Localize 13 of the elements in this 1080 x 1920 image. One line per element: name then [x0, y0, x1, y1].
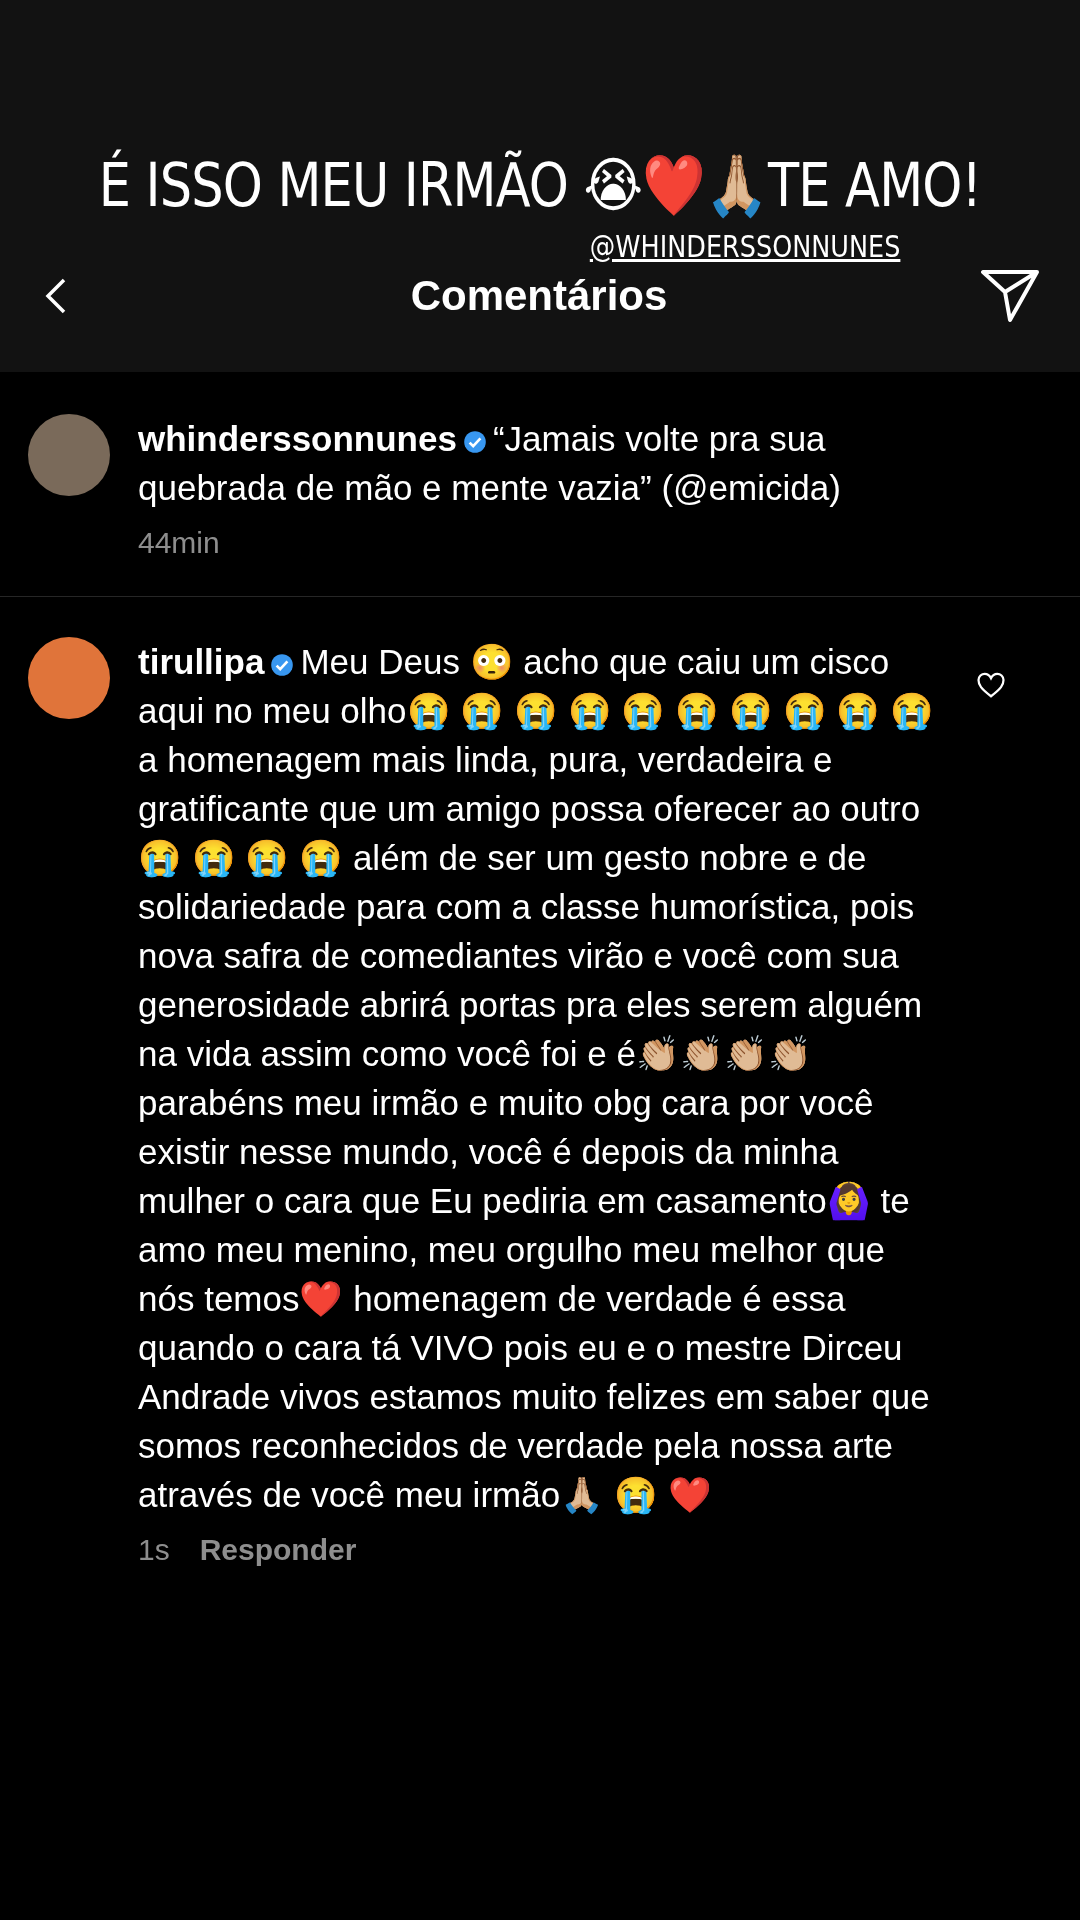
send-icon[interactable]	[980, 268, 1040, 324]
mention-sticker[interactable]: @WHINDERSSONNUNES	[589, 229, 900, 264]
comment-text: tirullipa Meu Deus 😳 acho que caiu um cisco aqui no meu olho😭 😭 😭 😭 😭 😭 😭 😭 😭 😭 a homenagem mais linda, pura, verdadeira e gratificante que um amigo possa oferecer ao outro😭 😭 😭 😭 além de ser um gesto nobre e de solidariedade para com a classe humorística, pois nova safra de comediantes virão e você com sua generosidade abrirá portas pra eles serem alguém na vida assim como você foi e é👏🏼👏🏼👏🏼👏🏼parabéns meu irmão e muito obg cara por você existir nesse mundo, você é depois da minha mulher o cara que Eu pediria em casamento🙆‍♀ te amo meu menino, meu orgulho meu melhor que nós temos❤ homenagem de verdade é essa quando o cara tá VIVO pois eu e o mestre Dirceu Andrade vivos estamos muito felizes em saber que somos reconhecidos de verdade pela nossa arte através de você meu irmão🙏🏼 😭 ❤	[138, 641, 936, 1517]
username-link[interactable]: tirullipa	[138, 642, 265, 681]
comment-time: 1s	[138, 1533, 170, 1567]
username-link[interactable]: whinderssonnunes	[138, 419, 457, 458]
story-caption: É ISSO MEU IRMÃO 😭❤🙏🏼TE AMO!	[97, 150, 983, 221]
like-heart-icon[interactable]	[976, 671, 1006, 699]
comment-time: 44min	[138, 526, 220, 560]
header-title: Comentários	[410, 272, 668, 320]
comment-text: whinderssonnunes “Jamais volte pra sua quebrada de mão e mente vazia” (@emicida)	[138, 418, 842, 509]
reply-link[interactable]: Responder	[199, 1533, 357, 1567]
back-icon[interactable]	[44, 276, 68, 316]
